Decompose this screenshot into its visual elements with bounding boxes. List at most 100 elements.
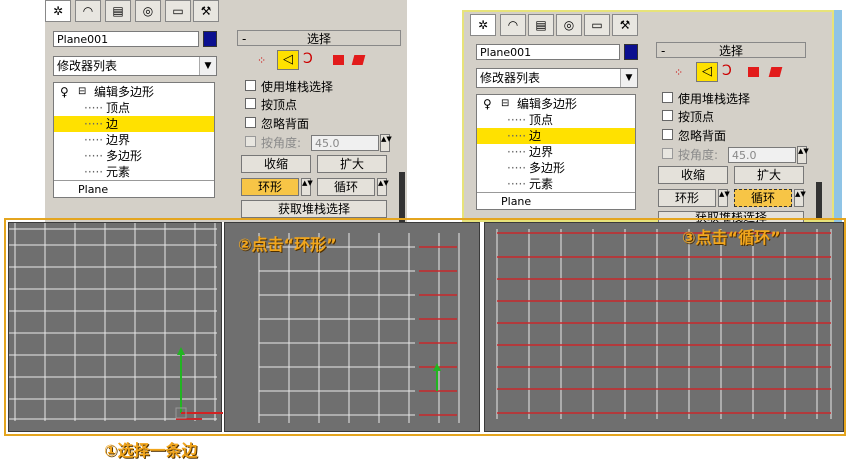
chevron-down-icon[interactable]: ▼	[199, 57, 216, 75]
use-stack-label: 使用堆栈选择	[261, 80, 334, 94]
left-command-panel: ✲ ◠ ▤ ◎ ▭ ⚒ Plane001 修改器列表 ▼ ♀ ⊟ 编辑多边形 ·…	[45, 0, 407, 222]
modifier-list-dropdown[interactable]: 修改器列表 ▼	[53, 56, 217, 76]
display-tab-icon[interactable]: ▭	[584, 14, 610, 36]
loop-spinner[interactable]: ▲▼	[377, 178, 389, 196]
motion-tab-icon[interactable]: ◎	[135, 0, 161, 22]
ignore-backfacing-label: 忽略背面	[678, 129, 727, 143]
grow-button[interactable]: 扩大	[734, 166, 804, 184]
loop-button[interactable]: 循环	[734, 189, 792, 207]
modify-tab-icon[interactable]: ✲	[470, 14, 496, 36]
collapse-icon[interactable]: ⊟	[501, 96, 509, 112]
utilities-tab-icon[interactable]: ⚒	[612, 14, 638, 36]
by-vertex-label: 按顶点	[261, 98, 298, 112]
get-stack-selection-button[interactable]: 获取堆栈选择	[241, 200, 387, 218]
by-angle-label: 按角度:	[261, 136, 302, 150]
vertex-mode-icon[interactable]: ⁘	[674, 66, 683, 79]
right-command-panel: ✲ ◠ ▤ ◎ ▭ ⚒ Plane001 修改器列表 ▼ ♀ ⊟ 编辑多边形 ·…	[462, 10, 834, 223]
object-name-field[interactable]: Plane001	[53, 31, 199, 47]
selection-rollout-header[interactable]: - 选择	[237, 30, 401, 46]
loop-spinner[interactable]: ▲▼	[794, 189, 806, 207]
object-color-swatch[interactable]	[624, 44, 638, 60]
by-vertex-checkbox[interactable]	[245, 98, 256, 109]
modifier-stack: ♀ ⊟ 编辑多边形 ····· 顶点 ····· 边 ····· 边界 ····· 多边…	[476, 94, 636, 210]
create-tab-icon[interactable]: ◠	[75, 0, 101, 22]
stack-item-border[interactable]: ····· 边界	[54, 132, 214, 148]
polygon-mode-icon[interactable]	[748, 67, 759, 77]
stack-item-vertex[interactable]: ····· 顶点	[54, 100, 214, 116]
object-color-swatch[interactable]	[203, 31, 217, 47]
ring-spinner[interactable]: ▲▼	[718, 189, 730, 207]
use-stack-checkbox[interactable]	[245, 80, 256, 91]
ring-button[interactable]: 环形	[658, 189, 716, 207]
loop-button[interactable]: 循环	[317, 178, 375, 196]
modifier-stack: ♀ ⊟ 编辑多边形 ····· 顶点 ····· 边 ····· 边界 ····· 多边…	[53, 82, 215, 198]
selection-rollout-header[interactable]: - 选择	[656, 42, 806, 58]
edge-mode-icon[interactable]: ◁	[696, 62, 718, 82]
use-stack-checkbox[interactable]	[662, 92, 673, 103]
modify-tab-icon[interactable]: ✲	[45, 0, 71, 22]
hierarchy-tab-icon[interactable]: ▤	[105, 0, 131, 22]
ignore-backfacing-checkbox[interactable]	[245, 117, 256, 128]
modifier-list-label: 修改器列表	[480, 71, 541, 85]
stack-item-edge[interactable]: ····· 边	[477, 128, 635, 144]
stack-item-polygon[interactable]: ····· 多边形	[477, 160, 635, 176]
border-mode-icon[interactable]: Ɔ	[303, 51, 313, 67]
by-angle-field[interactable]: 45.0	[728, 147, 796, 163]
viewport-step1[interactable]	[8, 222, 223, 432]
motion-tab-icon[interactable]: ◎	[556, 14, 582, 36]
stack-item-border[interactable]: ····· 边界	[477, 144, 635, 160]
edge-mode-icon[interactable]: ◁	[277, 50, 299, 70]
by-angle-checkbox[interactable]	[245, 136, 256, 147]
gizmo-y-arrow	[177, 347, 185, 355]
annotation-step3: ③点击“循环”	[682, 228, 781, 247]
border-mode-icon[interactable]: Ɔ	[722, 63, 732, 79]
stack-item-edge[interactable]: ····· 边	[54, 116, 214, 132]
by-angle-spinner[interactable]: ▲▼	[797, 146, 809, 164]
by-angle-label: 按角度:	[678, 148, 719, 162]
lightbulb-icon[interactable]: ♀	[60, 84, 69, 100]
element-mode-icon[interactable]	[768, 67, 783, 77]
by-vertex-checkbox[interactable]	[662, 110, 673, 121]
stack-root-editable-poly[interactable]: ♀ ⊟ 编辑多边形	[477, 96, 635, 112]
lightbulb-icon[interactable]: ♀	[483, 96, 492, 112]
stack-item-plane[interactable]: Plane	[54, 182, 214, 198]
annotation-step2: ②点击“环形”	[238, 235, 337, 254]
stack-item-vertex[interactable]: ····· 顶点	[477, 112, 635, 128]
shrink-button[interactable]: 收缩	[241, 155, 311, 173]
by-angle-spinner[interactable]: ▲▼	[380, 134, 392, 152]
annotation-step1: ①选择一条边	[104, 441, 198, 460]
collapse-icon[interactable]: ⊟	[78, 84, 86, 100]
stack-root-editable-poly[interactable]: ♀ ⊟ 编辑多边形	[54, 84, 214, 100]
polygon-mode-icon[interactable]	[333, 55, 344, 65]
viewport-step3[interactable]	[484, 222, 844, 432]
modifier-list-dropdown[interactable]: 修改器列表 ▼	[476, 68, 638, 88]
right-panel-edge	[834, 10, 842, 222]
stack-item-plane[interactable]: Plane	[477, 194, 635, 210]
object-name-field[interactable]: Plane001	[476, 44, 620, 60]
by-angle-checkbox[interactable]	[662, 148, 673, 159]
grow-button[interactable]: 扩大	[317, 155, 387, 173]
stack-divider	[54, 180, 214, 181]
ring-spinner[interactable]: ▲▼	[301, 178, 313, 196]
shrink-button[interactable]: 收缩	[658, 166, 728, 184]
panel-scrollbar[interactable]	[399, 172, 405, 222]
ignore-backfacing-checkbox[interactable]	[662, 129, 673, 140]
use-stack-label: 使用堆栈选择	[678, 92, 751, 106]
hierarchy-tab-icon[interactable]: ▤	[528, 14, 554, 36]
ignore-backfacing-label: 忽略背面	[261, 117, 310, 131]
stack-item-polygon[interactable]: ····· 多边形	[54, 148, 214, 164]
stack-item-element[interactable]: ····· 元素	[477, 176, 635, 192]
vertex-mode-icon[interactable]: ⁘	[257, 54, 266, 67]
by-vertex-label: 按顶点	[678, 110, 715, 124]
element-mode-icon[interactable]	[351, 55, 366, 65]
utilities-tab-icon[interactable]: ⚒	[193, 0, 219, 22]
create-tab-icon[interactable]: ◠	[500, 14, 526, 36]
chevron-down-icon[interactable]: ▼	[620, 69, 637, 87]
display-tab-icon[interactable]: ▭	[165, 0, 191, 22]
stack-item-element[interactable]: ····· 元素	[54, 164, 214, 180]
by-angle-field[interactable]: 45.0	[311, 135, 379, 151]
modifier-list-label: 修改器列表	[57, 59, 118, 73]
panel-scrollbar[interactable]	[816, 182, 822, 218]
ring-button[interactable]: 环形	[241, 178, 299, 196]
grid-plane-step1	[9, 223, 223, 421]
